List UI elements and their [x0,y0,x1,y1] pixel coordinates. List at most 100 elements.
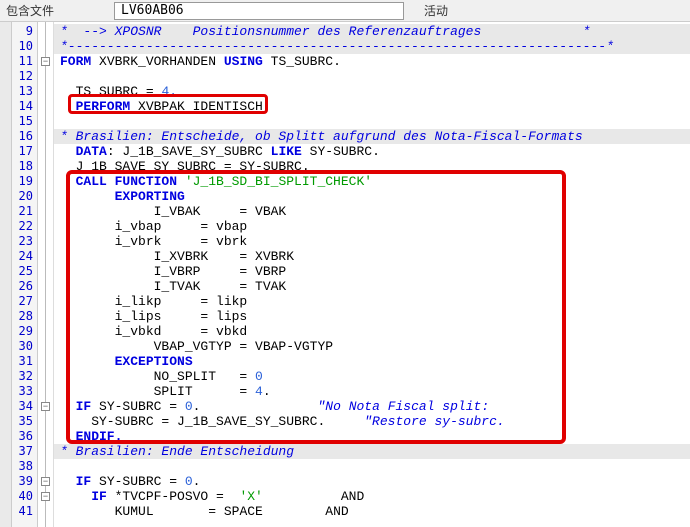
code-text: = [216,489,224,504]
code-text: I_VBAK = VBAK [60,204,286,219]
line-number: 41 [12,504,37,519]
code-text: * --> XPOSNR Positionsnummer des Referen… [60,24,591,39]
line-number: 24 [12,249,37,264]
code-area[interactable]: * --> XPOSNR Positionsnummer des Referen… [54,22,690,527]
code-text: = [208,504,216,519]
status-label: 活动 [424,2,448,19]
code-text: = [146,84,154,99]
code-text: I_TVAK = TVAK [60,279,286,294]
code-text: i_vbrk = vbrk [60,234,247,249]
code-text: ENDIF. [60,429,122,444]
line-number: 22 [12,219,37,234]
code-text: EXPORTING [60,189,185,204]
code-text: SY-SUBRC = J_1B_SAVE_SY_SUBRC. [60,414,325,429]
line-number: 29 [12,324,37,339]
line-number: 40 [12,489,37,504]
code-text: 4. [154,84,177,99]
breakpoint-column[interactable] [0,22,12,527]
code-text: * Brasilien: Ende Entscheidung [60,444,294,459]
code-text: XVBPAK_IDENTISCH. [130,99,270,114]
line-number: 9 [12,24,37,39]
code-text: VBAP_VGTYP = VBAP-VGTYP [60,339,333,354]
code-text: SY-SUBRC. [302,144,380,159]
fold-column: − − − − [38,22,54,527]
code-text: PERFORM [60,99,130,114]
code-text: IF [60,399,91,414]
code-text: TS_SUBRC [60,84,146,99]
toolbar-label: 包含文件 [6,2,54,19]
line-number: 12 [12,69,37,84]
code-text: TS_SUBRC. [263,54,341,69]
code-text: FORM [60,54,91,69]
code-text: J_1B_SAVE_SY_SUBRC = SY-SUBRC. [60,159,310,174]
line-number: 16 [12,129,37,144]
code-text: : J_1B_SAVE_SY_SUBRC [107,144,271,159]
line-number: 21 [12,204,37,219]
code-text: I_XVBRK = XVBRK [60,249,294,264]
line-number: 25 [12,264,37,279]
line-number: 31 [12,354,37,369]
line-number: 15 [12,114,37,129]
line-number: 26 [12,279,37,294]
code-text: DATA [60,144,107,159]
code-text: *---------------------------------------… [60,39,614,54]
code-text: 'J_1B_SD_BI_SPLIT_CHECK' [185,174,372,189]
code-text: i_vbkd = vbkd [60,324,247,339]
code-text: i_likp = likp [60,294,247,309]
code-text: SPLIT = [60,384,255,399]
code-text: * Brasilien: Entscheide, ob Splitt aufgr… [60,129,583,144]
code-text: IF [60,489,107,504]
line-number: 28 [12,309,37,324]
code-text: IF [60,474,91,489]
code-text: 0 [177,399,193,414]
code-text: 'X' [224,489,263,504]
code-text: SPACE AND [216,504,349,519]
line-number-gutter: 9 10 11 12 13 14 15 16 17 18 19 20 21 22… [12,22,38,527]
line-number: 34 [12,399,37,414]
program-name-input[interactable] [114,2,404,20]
toolbar: 包含文件 活动 [0,0,690,22]
code-text: USING [224,54,263,69]
line-number: 36 [12,429,37,444]
line-number: 13 [12,84,37,99]
code-text: XVBRK_VORHANDEN [91,54,224,69]
code-text: SY-SUBRC [91,399,169,414]
code-text: . [263,384,271,399]
line-number: 33 [12,384,37,399]
code-text: SY-SUBRC [91,474,169,489]
line-number: 27 [12,294,37,309]
code-text: AND [263,489,364,504]
fold-toggle-icon[interactable]: − [41,477,50,486]
line-number: 11 [12,54,37,69]
line-number: 23 [12,234,37,249]
code-text: 0 [255,369,263,384]
line-number: 20 [12,189,37,204]
code-text: = [169,399,177,414]
code-text: 4 [255,384,263,399]
code-editor: 9 10 11 12 13 14 15 16 17 18 19 20 21 22… [0,22,690,527]
line-number: 37 [12,444,37,459]
fold-toggle-icon[interactable]: − [41,402,50,411]
line-number: 32 [12,369,37,384]
code-text: NO_SPLIT = [60,369,255,384]
fold-toggle-icon[interactable]: − [41,57,50,66]
line-number: 18 [12,159,37,174]
fold-toggle-icon[interactable]: − [41,492,50,501]
code-text: "No Nota Fiscal split: [200,399,489,414]
code-text: KUMUL [60,504,208,519]
code-text: "Restore sy-subrc. [325,414,504,429]
code-text: EXCEPTIONS [60,354,193,369]
code-text: i_vbap = vbap [60,219,247,234]
code-text: CALL FUNCTION [60,174,185,189]
code-text: 0 [177,474,193,489]
line-number: 38 [12,459,37,474]
line-number: 30 [12,339,37,354]
code-text: = [169,474,177,489]
code-text: i_lips = lips [60,309,247,324]
line-number: 19 [12,174,37,189]
code-text: LIKE [271,144,302,159]
line-number: 39 [12,474,37,489]
line-number: 17 [12,144,37,159]
code-text: *TVCPF-POSVO [107,489,216,504]
code-text: . [193,474,201,489]
